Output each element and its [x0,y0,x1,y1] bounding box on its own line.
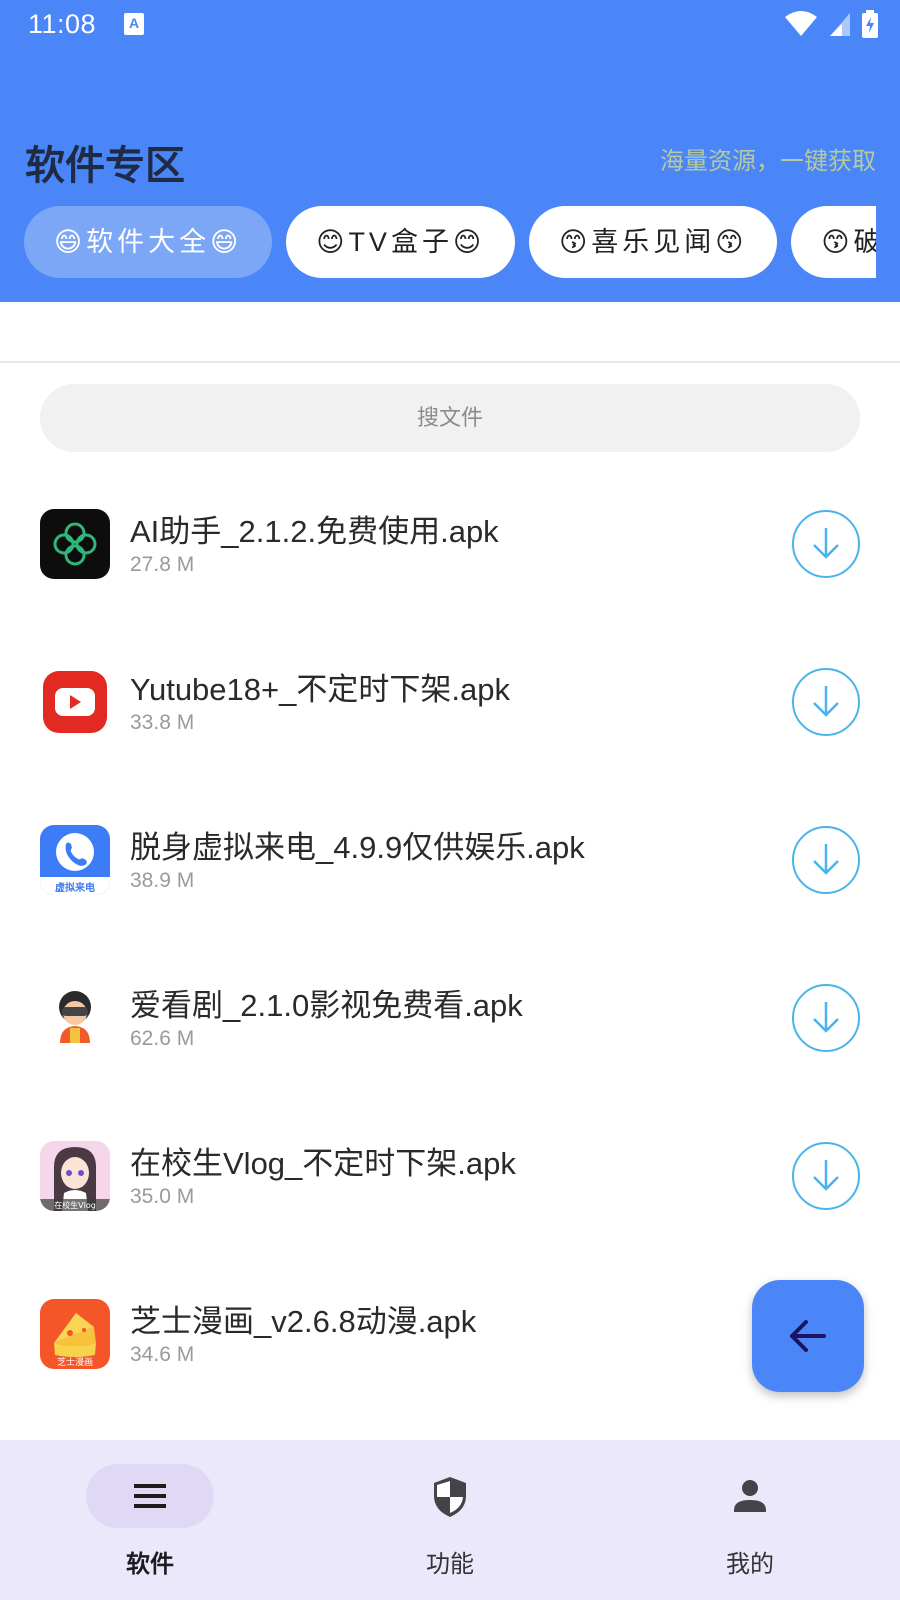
arrow-left-icon [790,1320,826,1352]
chip-software-all[interactable]: 😄软件大全😄 [24,206,273,278]
nav-item-features[interactable]: 功能 [300,1440,600,1600]
cheese-icon-text: 芝士漫画 [57,1356,93,1368]
battery-icon [862,10,878,38]
file-size: 38.9 M [130,869,195,892]
file-name: 爱看剧_2.1.0影视免费看.apk [130,988,523,1023]
page-subtitle: 海量资源，一键获取 [660,148,876,175]
file-name: AI助手_2.1.2.免费使用.apk [130,514,499,549]
search-input[interactable]: 搜文件 [40,384,860,452]
download-button[interactable] [792,510,860,578]
aikanju-app-icon [40,983,110,1053]
virtual-call-icon-text: 虚拟来电 [55,881,95,894]
file-size: 35.0 M [130,1185,195,1208]
list-item[interactable]: 爱看剧_2.1.0影视免费看.apk 62.6 M [0,940,900,1098]
download-arrow-icon [813,686,839,717]
chip-more[interactable]: 😙破 [791,206,876,278]
wifi-icon [785,11,817,36]
signal-icon [830,13,850,36]
file-size: 62.6 M [130,1027,195,1050]
download-arrow-icon [813,528,839,559]
download-button[interactable] [792,668,860,736]
status-time: 11:08 [28,9,97,39]
nav-label: 软件 [126,1551,174,1578]
chip-tv-box[interactable]: 😊TV盒子😊 [286,206,516,278]
menu-icon [134,1484,166,1508]
chip-news[interactable]: 😙喜乐见闻😙 [529,206,778,278]
page-title: 软件专区 [25,144,185,188]
nav-label: 我的 [726,1551,774,1578]
notification-letter: A [128,15,140,31]
nav-item-mine[interactable]: 我的 [600,1440,900,1600]
cheese-comic-app-icon: 芝士漫画 [40,1299,110,1369]
student-vlog-app-icon: 在校生Vlog [40,1141,110,1211]
youtube-app-icon [40,667,110,737]
divider [0,361,900,363]
person-icon [734,1480,766,1512]
download-arrow-icon [813,844,839,875]
file-name: 在校生Vlog_不定时下架.apk [130,1146,516,1181]
virtual-call-app-icon: 虚拟来电 [40,825,110,895]
back-fab-button[interactable] [752,1280,864,1392]
category-chips: 😄软件大全😄 😊TV盒子😊 😙喜乐见闻😙 😙破 [24,206,876,278]
download-button[interactable] [792,984,860,1052]
file-size: 34.6 M [130,1343,195,1366]
status-bar: 11:08 A [0,0,900,50]
notification-a-icon: A [124,13,144,35]
download-button[interactable] [792,1142,860,1210]
file-size: 33.8 M [130,711,195,734]
list-item[interactable]: AI助手_2.1.2.免费使用.apk 27.8 M [0,466,900,624]
download-arrow-icon [813,1160,839,1191]
file-name: 脱身虚拟来电_4.9.9仅供娱乐.apk [130,830,585,865]
student-vlog-icon-text: 在校生Vlog [54,1200,96,1210]
nav-label: 功能 [426,1551,474,1578]
download-arrow-icon [813,1002,839,1033]
list-item[interactable]: Yutube18+_不定时下架.apk 33.8 M [0,624,900,782]
ai-assistant-app-icon [40,509,110,579]
file-name: 芝士漫画_v2.6.8动漫.apk [130,1304,477,1339]
download-button[interactable] [792,826,860,894]
list-item[interactable]: 虚拟来电 脱身虚拟来电_4.9.9仅供娱乐.apk 38.9 M [0,782,900,940]
app-header: 11:08 A 软件专区 海量资源，一键获取 😄软件大全😄 😊TV盒子😊 😙喜乐见闻… [0,0,900,302]
list-item[interactable]: 在校生Vlog 在校生Vlog_不定时下架.apk 35.0 M [0,1098,900,1256]
file-name: Yutube18+_不定时下架.apk [130,672,510,707]
status-icons [784,10,878,38]
bottom-nav: 软件 功能 我的 [0,1440,900,1600]
file-size: 27.8 M [130,553,195,576]
nav-item-software[interactable]: 软件 [0,1440,300,1600]
shield-icon [434,1477,466,1517]
